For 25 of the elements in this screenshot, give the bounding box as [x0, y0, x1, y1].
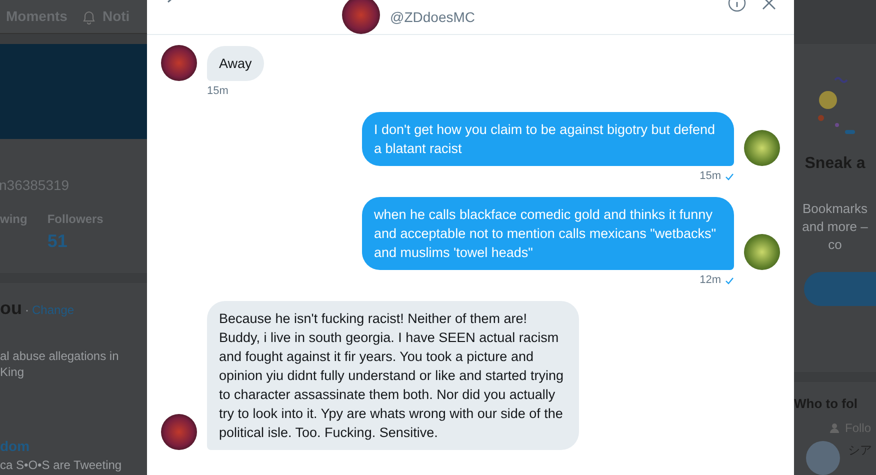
- message-time: 15m: [207, 85, 228, 98]
- avatar[interactable]: [744, 130, 780, 166]
- trend-text: ca S•O•S are Tweeting: [0, 457, 123, 473]
- avatar[interactable]: [342, 0, 380, 34]
- stat-value[interactable]: 51: [47, 228, 104, 255]
- message-time: 12m: [700, 274, 721, 287]
- user-handle: @ZDdoesMC: [390, 8, 476, 27]
- avatar[interactable]: [744, 234, 780, 270]
- promo-text: co: [828, 236, 842, 254]
- person-icon: [830, 423, 839, 433]
- message-time: 15m: [700, 170, 721, 183]
- message-bubble: when he calls blackface comedic gold and thinks it funny and acceptable not to mention calls mexicans "wetbacks" and muslims 'towel heads": [362, 197, 734, 270]
- promo-text: and more –: [802, 218, 868, 236]
- message-bubble: I don't get how you claim to be against bigotry but defend a blatant racist: [362, 112, 734, 166]
- separator-dot: ·: [25, 302, 29, 319]
- trend-text: King: [0, 364, 26, 380]
- avatar[interactable]: [161, 414, 197, 450]
- message-bubble: Away: [207, 46, 264, 81]
- avatar[interactable]: [161, 45, 197, 81]
- change-link[interactable]: Change: [32, 301, 74, 319]
- trend-title[interactable]: dom: [0, 436, 147, 457]
- message-bubble: Because he isn't fucking racist! Neither of them are! Buddy, i live in south georgia. I have SEEN actual racism and fought against it fir years. You took a picture and opinion yiu didnt fully understand or like and started trying to character assassinate them both. Nor did you actually try to look into it. Ypy are whats wrong with our side of the political isle. Too. Fucking. Sensitive.: [207, 301, 579, 450]
- close-icon[interactable]: [762, 0, 776, 10]
- trend-text: al abuse allegations in: [0, 348, 120, 364]
- promo-text: Bookmarks: [802, 200, 868, 218]
